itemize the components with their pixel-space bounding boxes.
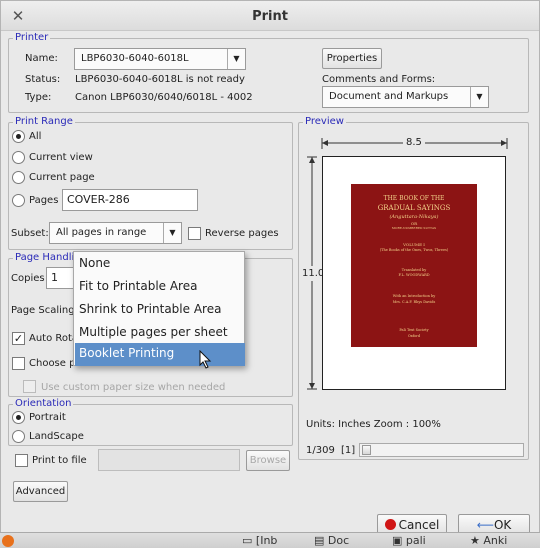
units-zoom-text: Units: Inches Zoom : 100%: [306, 419, 441, 430]
custom-size-checkbox: [23, 380, 36, 393]
book-cover-preview: THE BOOK OF THE GRADUAL SAYINGS (Angutta…: [351, 184, 477, 347]
file-path-input: [98, 449, 240, 471]
range-pages-label: Pages: [29, 195, 59, 206]
chevron-down-icon: ▼: [163, 223, 181, 243]
book-intro-author: Mrs. C.A.F. Rhys Davids: [392, 300, 436, 304]
chevron-down-icon: ▼: [470, 87, 488, 107]
range-pages-radio[interactable]: [12, 194, 25, 207]
ok-label: OK: [493, 518, 512, 532]
print-to-file-checkbox[interactable]: [15, 454, 28, 467]
comments-forms-select[interactable]: Document and Markups ▼: [322, 86, 489, 108]
properties-button[interactable]: Properties: [322, 48, 382, 69]
taskbar-item-inbox[interactable]: ▭ [Inb: [242, 534, 277, 547]
status-label: Status:: [25, 74, 61, 85]
range-current-view-label: Current view: [29, 152, 93, 163]
range-current-view-radio[interactable]: [12, 151, 25, 164]
printer-legend: Printer: [13, 32, 51, 43]
taskbar-item-pali[interactable]: ▣ pali: [392, 534, 426, 547]
choose-paper-label: Choose p: [29, 358, 76, 369]
taskbar-item-label: Doc: [327, 534, 350, 547]
window-title: Print: [252, 9, 288, 24]
comments-forms-label: Comments and Forms:: [322, 74, 436, 85]
taskbar-item-doc[interactable]: ▤ Doc: [314, 534, 349, 547]
page-slider-thumb[interactable]: [362, 445, 371, 455]
choose-paper-checkbox[interactable]: [12, 357, 25, 370]
subset-value: All pages in range: [56, 227, 147, 238]
page-scaling-dropdown-menu: None Fit to Printable Area Shrink to Pri…: [73, 251, 245, 366]
pages-input[interactable]: COVER-286: [62, 189, 198, 211]
range-current-page-radio[interactable]: [12, 171, 25, 184]
book-intro-by: With an Introduction by: [392, 294, 436, 298]
custom-size-label: Use custom paper size when needed: [41, 382, 226, 393]
portrait-label: Portrait: [29, 412, 66, 423]
reverse-pages-label: Reverse pages: [205, 228, 279, 239]
star-icon: ★: [470, 534, 480, 547]
orientation-legend: Orientation: [13, 398, 74, 409]
book-publisher: Pali Text Society: [399, 328, 429, 332]
page-counter: 1/309: [306, 445, 335, 456]
taskbar-item-label: pali: [405, 534, 426, 547]
book-title-line3: (Anguttara-Nikaya): [389, 214, 439, 220]
printer-name-label: Name:: [25, 53, 58, 64]
taskbar-item-label: [Inb: [255, 534, 278, 547]
folder-icon: ▣: [392, 534, 403, 547]
taskbar: ▭ [Inb ▤ Doc ▣ pali ★ Anki: [0, 532, 540, 548]
copies-label: Copies: [11, 273, 45, 284]
type-label: Type:: [25, 92, 52, 103]
type-value: Canon LBP6030/6040/6018L - 4002: [75, 92, 253, 103]
book-title-line1: THE BOOK OF THE: [383, 195, 445, 202]
scaling-option-fit[interactable]: Fit to Printable Area: [75, 276, 245, 299]
range-current-page-label: Current page: [29, 172, 95, 183]
book-volume-sub: (The Books of the Ones, Twos, Threes): [379, 248, 449, 252]
landscape-label: LandScape: [29, 431, 84, 442]
taskbar-item-anki[interactable]: ★ Anki: [470, 534, 507, 547]
ok-arrow-icon: ⟵: [476, 518, 494, 532]
printer-name-select[interactable]: LBP6030-6040-6018L ▼: [74, 48, 246, 70]
chevron-down-icon: ▼: [227, 49, 245, 69]
print-to-file-label: Print to file: [32, 455, 87, 466]
scaling-option-multiple[interactable]: Multiple pages per sheet: [75, 322, 245, 345]
auto-rotate-checkbox[interactable]: ✓: [12, 332, 25, 345]
landscape-radio[interactable]: [12, 430, 25, 443]
printer-name-value: LBP6030-6040-6018L: [81, 53, 189, 64]
browse-button: Browse: [246, 450, 290, 471]
title-bar: ✕ Print: [1, 1, 539, 31]
book-city: Oxford: [407, 334, 421, 338]
book-title-line2: GRADUAL SAYINGS: [377, 204, 451, 212]
preview-width-label: 8.5: [403, 137, 425, 148]
book-subtitle: MORE-NUMBERED SUTTAS: [391, 226, 437, 230]
checkmark-icon: ✓: [13, 332, 24, 345]
print-range-legend: Print Range: [13, 116, 75, 127]
status-value: LBP6030-6040-6018L is not ready: [75, 74, 245, 85]
book-volume: VOLUME I: [403, 242, 425, 247]
page-slider[interactable]: [359, 443, 524, 457]
scaling-option-booklet[interactable]: Booklet Printing: [75, 343, 245, 366]
page-index: [1]: [341, 445, 356, 456]
envelope-icon: ▭: [242, 534, 253, 547]
mouse-cursor-icon: [199, 350, 212, 369]
scaling-option-shrink[interactable]: Shrink to Printable Area: [75, 299, 245, 322]
reverse-pages-checkbox[interactable]: [188, 227, 201, 240]
advanced-button[interactable]: Advanced: [13, 481, 68, 502]
range-all-radio[interactable]: [12, 130, 25, 143]
preview-legend: Preview: [303, 116, 346, 127]
range-all-label: All: [29, 131, 42, 142]
page-scaling-label: Page Scaling: [11, 305, 75, 316]
cancel-icon: [384, 519, 396, 530]
portrait-radio[interactable]: [12, 411, 25, 424]
book-translated-by: Translated by: [401, 268, 427, 272]
scaling-option-none[interactable]: None: [75, 253, 245, 276]
firefox-icon[interactable]: [2, 535, 14, 547]
book-translator: F.L. WOODWARD: [398, 273, 430, 277]
document-icon: ▤: [314, 534, 325, 547]
comments-forms-value: Document and Markups: [329, 91, 449, 102]
subset-select[interactable]: All pages in range ▼: [49, 222, 182, 244]
auto-rotate-label: Auto Rota: [29, 333, 79, 344]
cancel-label: Cancel: [398, 518, 440, 532]
preview-height-label: 11.0: [302, 266, 325, 281]
taskbar-item-label: Anki: [483, 534, 508, 547]
subset-label: Subset:: [11, 228, 49, 239]
